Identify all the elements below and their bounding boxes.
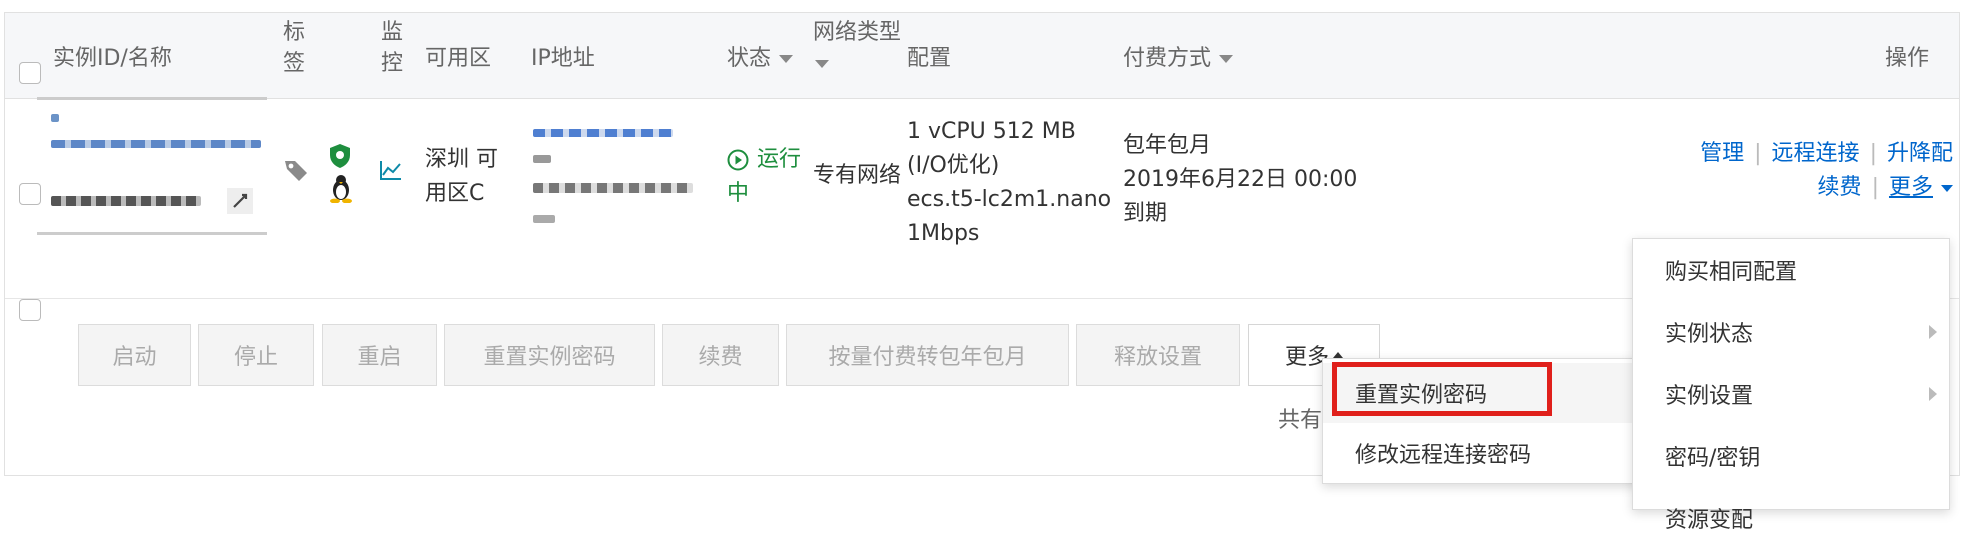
linux-icon — [328, 173, 354, 209]
total-count-text: 共有 — [1278, 408, 1323, 433]
more-caret-icon — [1941, 184, 1953, 192]
renew-link[interactable]: 续费 — [1818, 175, 1862, 200]
start-button[interactable]: 启动 — [78, 324, 191, 386]
billing-expiry-label: 到期 — [1123, 201, 1168, 226]
instance-id-area — [37, 97, 267, 235]
separator: | — [1754, 141, 1762, 166]
menu-change-remote-password[interactable]: 修改远程连接密码 — [1323, 423, 1639, 483]
billing-type: 包年包月 — [1123, 133, 1212, 158]
submenu-arrow-icon — [1929, 387, 1937, 401]
upgrade-downgrade-link[interactable]: 升降配 — [1887, 141, 1953, 166]
restart-button[interactable]: 重启 — [322, 324, 437, 386]
header-ops: 操作 — [1885, 46, 1930, 71]
submenu-arrow-icon — [1929, 325, 1937, 339]
separator: | — [1871, 175, 1879, 200]
billing-cell: 包年包月 2019年6月22日 00:00 到期 — [1123, 129, 1358, 231]
more-ops-link[interactable]: 更多 — [1889, 175, 1933, 200]
security-shield-icon[interactable] — [328, 143, 352, 175]
manage-link[interactable]: 管理 — [1700, 141, 1744, 166]
menu-buy-same-config[interactable]: 购买相同配置 — [1633, 239, 1949, 301]
menu-instance-settings-label: 实例设置 — [1665, 384, 1754, 409]
redacted-public-ip — [533, 129, 673, 137]
header-ip: IP地址 — [531, 46, 595, 71]
redacted-private-ip — [533, 183, 693, 193]
config-cell: 1 vCPU 512 MB (I/O优化) ecs.t5-lc2m1.nano … — [907, 115, 1112, 251]
config-bandwidth: 1Mbps — [907, 221, 980, 246]
tag-icon[interactable] — [283, 157, 309, 189]
ops-line2: 续费 | 更多 — [1818, 171, 1953, 205]
menu-instance-status-label: 实例状态 — [1665, 322, 1754, 347]
renew-button[interactable]: 续费 — [662, 324, 779, 386]
header-status[interactable]: 状态 — [727, 43, 794, 74]
header-instance-id: 实例ID/名称 — [53, 46, 172, 71]
ip-address-area — [531, 119, 701, 229]
status-filter-caret-icon — [779, 55, 794, 63]
menu-instance-status[interactable]: 实例状态 — [1633, 301, 1949, 363]
ops-line1: 管理 | 远程连接 | 升降配 — [1700, 137, 1953, 171]
stop-button[interactable]: 停止 — [198, 324, 314, 386]
edit-name-icon[interactable] — [227, 188, 253, 214]
config-instance-type: ecs.t5-lc2m1.nano — [907, 187, 1112, 212]
convert-billing-button[interactable]: 按量付费转包年包月 — [786, 324, 1069, 386]
monitor-chart-icon[interactable] — [379, 159, 403, 187]
menu-instance-settings[interactable]: 实例设置 — [1633, 363, 1949, 425]
zone-cell: 深圳 可用区C — [425, 147, 498, 206]
billing-expiry-date: 2019年6月22日 00:00 — [1123, 167, 1358, 192]
release-settings-button[interactable]: 释放设置 — [1076, 324, 1240, 386]
menu-password-key[interactable]: 密码/密钥 — [1633, 425, 1949, 487]
ops-more-dropdown-menu: 购买相同配置 实例状态 实例设置 密码/密钥 资源变配 — [1632, 238, 1950, 533]
header-config: 配置 — [907, 46, 952, 71]
header-network-type-label: 网络类型 — [813, 20, 902, 45]
billing-filter-caret-icon — [1219, 55, 1234, 63]
network-filter-caret-icon — [815, 60, 829, 68]
config-spec: 1 vCPU 512 MB (I/O优化) — [907, 119, 1076, 178]
redacted-text — [533, 155, 551, 163]
separator: | — [1869, 141, 1877, 166]
redacted-instance-name — [51, 196, 201, 206]
header-billing-label: 付费方式 — [1123, 46, 1212, 71]
header-zone: 可用区 — [425, 46, 492, 71]
header-billing[interactable]: 付费方式 — [1123, 43, 1234, 74]
remote-connect-link[interactable]: 远程连接 — [1772, 141, 1860, 166]
highlight-box — [1332, 362, 1552, 416]
redacted-text — [51, 114, 59, 122]
redacted-instance-id-link[interactable] — [51, 140, 261, 148]
header-tag: 标签 — [283, 20, 306, 76]
reset-password-button[interactable]: 重置实例密码 — [444, 324, 655, 386]
status-running: 运行中 — [727, 147, 802, 206]
redacted-text — [533, 215, 555, 223]
header-network-type[interactable]: 网络类型 — [813, 17, 903, 79]
menu-resource-change[interactable]: 资源变配 — [1633, 487, 1949, 549]
network-type-cell: 专有网络 — [813, 163, 902, 188]
table-header: 实例ID/名称 标签 监控 可用区 IP地址 状态 网络类型 配置 付费方式 操… — [5, 13, 1959, 99]
header-status-label: 状态 — [727, 46, 772, 71]
select-all-checkbox[interactable] — [19, 62, 41, 84]
bottom-select-all-checkbox[interactable] — [19, 299, 41, 321]
header-monitor: 监控 — [381, 20, 404, 76]
